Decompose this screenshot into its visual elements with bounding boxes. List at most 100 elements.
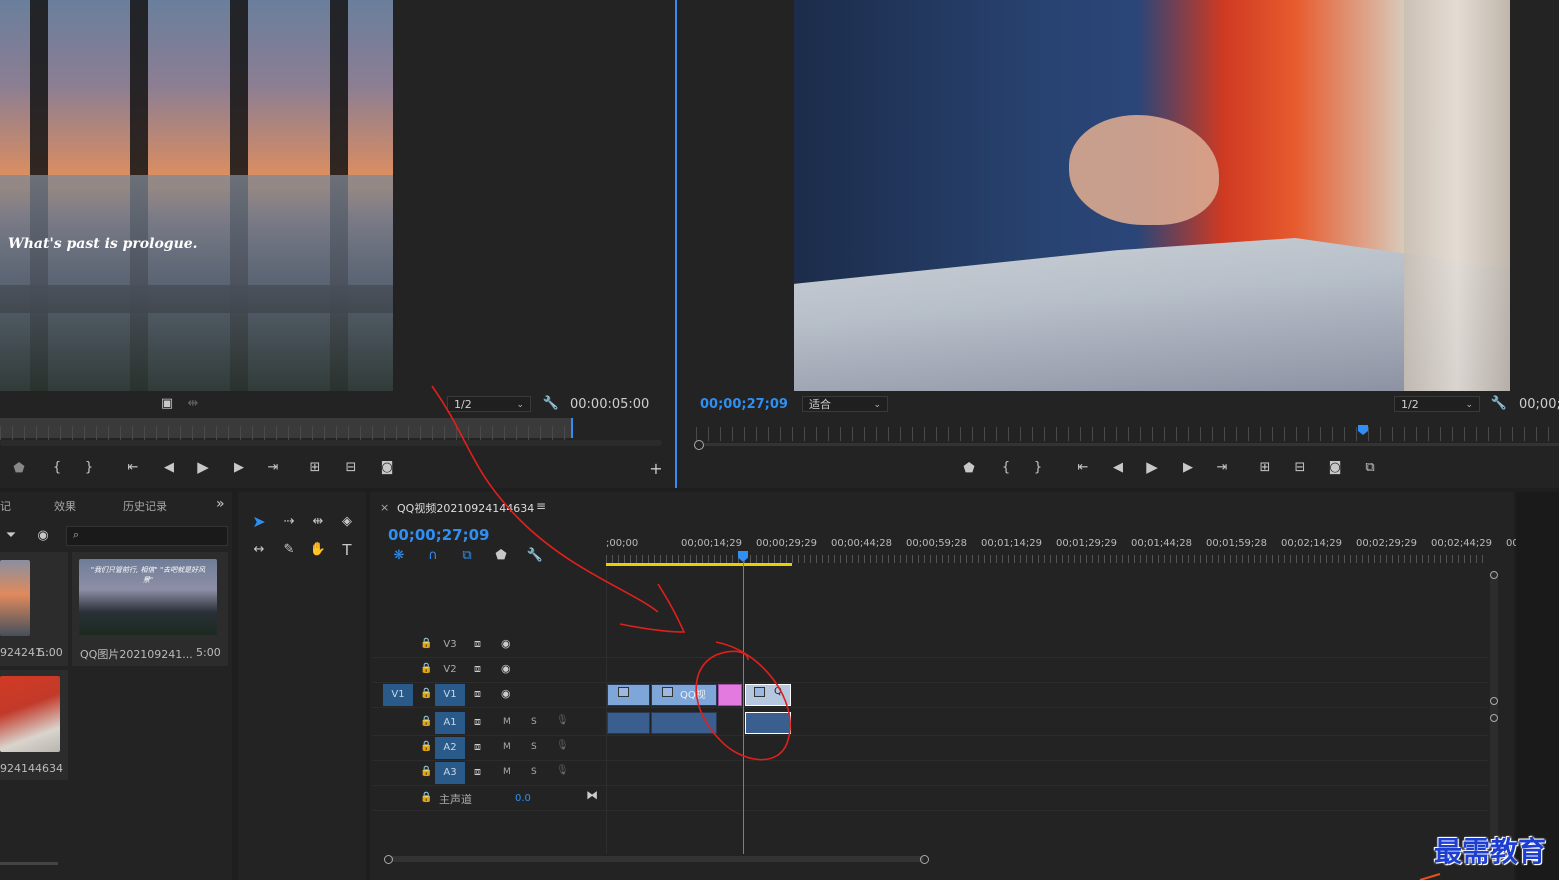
program-fit-select[interactable]: 适合 ⌄ [802,396,888,412]
master-volume[interactable]: 0.0 [515,793,531,804]
tab-effects[interactable]: 效果 [54,498,76,514]
step-forward-icon[interactable]: ▶ [1179,460,1197,476]
ripple-edit-icon[interactable]: ⇹ [309,514,327,530]
go-to-out-icon[interactable]: ⇥ [264,460,282,476]
track-name-v2[interactable]: V2 [435,659,465,681]
marker-icon[interactable]: ⬟ [960,461,978,477]
step-forward-icon[interactable]: ▶ [230,460,248,476]
nest-icon[interactable]: ❋ [390,548,408,564]
play-icon[interactable]: ▶ [1143,459,1161,475]
slip-tool-icon[interactable]: ↔ [250,542,268,558]
razor-tool-icon[interactable]: ◈ [338,514,356,530]
export-frame-icon[interactable]: ◙ [378,460,396,476]
program-zoom-select[interactable]: 1/2 ⌄ [1394,396,1480,412]
overwrite-icon[interactable]: ⊟ [342,460,360,476]
step-back-icon[interactable]: ◀ [160,460,178,476]
go-to-in-icon[interactable]: ⇤ [124,460,142,476]
step-back-icon[interactable]: ◀ [1109,460,1127,476]
track-name-a1[interactable]: A1 [435,712,465,734]
lock-icon[interactable]: 🔒 [420,688,432,699]
add-button-icon[interactable]: + [647,461,665,477]
horizontal-scroll-bar[interactable] [390,856,924,862]
lock-icon[interactable]: 🔒 [420,792,432,803]
video-clip[interactable]: QQ视 [651,684,717,706]
lock-icon[interactable]: 🔒 [420,716,432,727]
track-row-a3[interactable] [372,761,1488,786]
export-frame-icon[interactable]: ◙ [1326,460,1344,476]
insert-icon[interactable]: ⊞ [306,460,324,476]
extract-icon[interactable]: ⊟ [1291,460,1309,476]
snap-magnet-icon[interactable]: ∩ [424,548,442,564]
vertical-scroll-track[interactable] [1490,572,1498,848]
track-row-v1[interactable] [372,683,1488,708]
linked-selection-icon[interactable]: ⧉ [458,548,476,564]
mute-button[interactable]: M [503,717,511,727]
type-tool-icon[interactable]: T [338,542,356,558]
wrench-icon[interactable]: 🔧 [1490,396,1508,412]
program-zoom-handle[interactable] [694,440,704,450]
track-row-v2[interactable] [372,658,1488,683]
work-area-bar[interactable] [606,563,792,566]
solo-button[interactable]: S [531,767,537,777]
microphone-icon[interactable]: 🎙 [556,740,569,751]
lock-icon[interactable]: 🔒 [420,741,432,752]
microphone-icon[interactable]: 🎙 [556,715,569,726]
toggle-sync-lock-icon[interactable]: ⧈ [474,715,481,729]
audio-clip[interactable] [651,712,717,734]
close-icon[interactable]: × [380,501,389,514]
mark-in-icon[interactable]: { [48,460,66,476]
track-row-a2[interactable] [372,736,1488,761]
more-tabs-icon[interactable]: » [216,496,225,512]
mute-button[interactable]: M [503,742,511,752]
play-icon[interactable]: ▶ [194,459,212,475]
track-row-a1[interactable] [372,711,1488,736]
scroll-handle[interactable] [920,855,929,864]
sequence-tab[interactable]: QQ视频20210924144634 [397,500,534,516]
track-name-a3[interactable]: A3 [435,762,465,784]
source-playhead[interactable] [571,418,573,438]
lock-icon[interactable]: 🔒 [420,766,432,777]
track-name-v1[interactable]: V1 [435,684,465,706]
filter-icon[interactable]: ⏷ [2,528,20,544]
transition-clip[interactable] [718,684,742,706]
go-to-out-icon[interactable]: ⇥ [1213,460,1231,476]
tab-history[interactable]: 历史记录 [123,498,167,514]
lift-icon[interactable]: ⊞ [1256,460,1274,476]
add-marker-icon[interactable]: ⬟ [492,548,510,564]
solo-button[interactable]: S [531,717,537,727]
eye-icon[interactable]: ◉ [501,687,511,700]
timeline-timecode[interactable]: 00;00;27;09 [388,526,490,544]
go-to-in-icon[interactable]: ⇤ [1074,460,1092,476]
project-item-2[interactable]: "我们只管前行, 相信" "去吧就是好风景" QQ图片202109241... … [72,552,228,666]
toggle-sync-lock-icon[interactable]: ⧈ [474,662,481,676]
track-name-v3[interactable]: V3 [435,634,465,656]
track-row-v3[interactable] [372,633,1488,658]
toggle-sync-lock-icon[interactable]: ⧈ [474,740,481,754]
source-zoom-bar[interactable] [0,440,662,446]
marker-icon[interactable]: ⬟ [10,461,28,477]
video-clip[interactable] [607,684,650,706]
scroll-handle[interactable] [1490,714,1498,722]
source-patch-v1[interactable]: V1 [383,684,413,706]
scroll-handle[interactable] [1490,571,1498,579]
track-row-master[interactable] [372,786,1488,811]
mark-in-icon[interactable]: { [997,460,1015,476]
mark-out-icon[interactable]: } [1029,460,1047,476]
track-name-a2[interactable]: A2 [435,737,465,759]
project-scrollbar[interactable] [0,862,58,865]
audio-clip[interactable] [607,712,650,734]
safe-margins-icon[interactable]: ▣ [158,396,176,412]
microphone-icon[interactable]: 🎙 [556,765,569,776]
audio-clip-selected[interactable] [745,712,791,734]
tab-project[interactable]: 记 [0,498,11,514]
wrench-icon[interactable]: 🔧 [542,396,560,412]
mark-out-icon[interactable]: } [80,460,98,476]
scroll-handle[interactable] [384,855,393,864]
pen-tool-icon[interactable]: ✎ [280,542,298,558]
go-to-bounds-icon[interactable]: ⧓ [586,788,598,802]
hand-tool-icon[interactable]: ✋ [309,542,327,558]
lock-icon[interactable]: 🔒 [420,638,432,649]
toggle-sync-lock-icon[interactable]: ⧈ [474,687,481,701]
comparison-view-icon[interactable]: ⧉ [1361,460,1379,476]
program-zoom-bar[interactable] [704,443,1559,446]
